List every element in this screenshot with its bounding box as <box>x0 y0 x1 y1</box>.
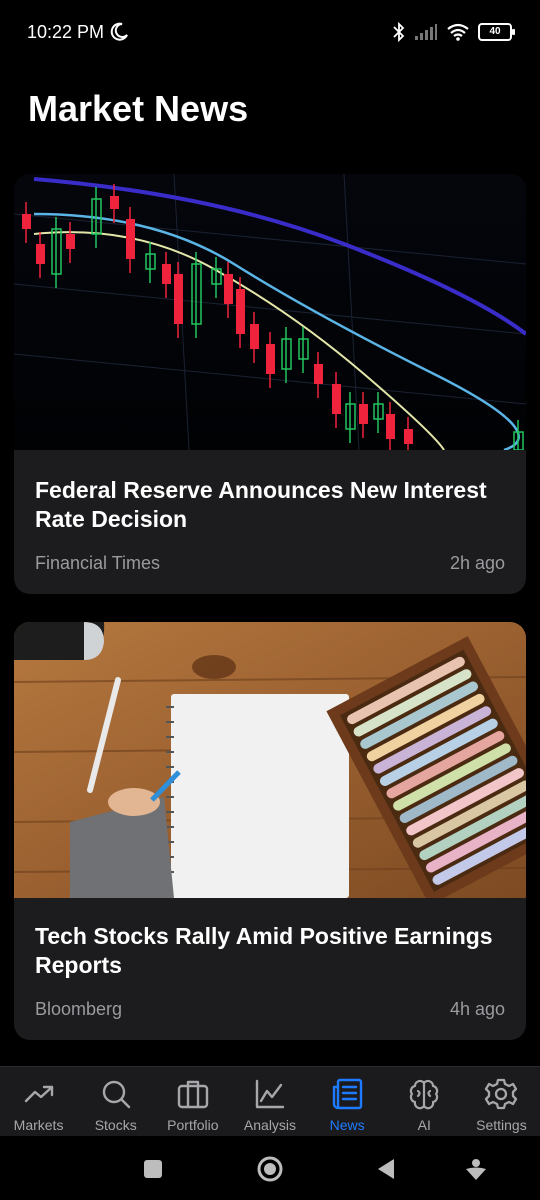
status-bar: 10:22 PM 40 <box>0 0 540 68</box>
bottom-nav: Markets Stocks Portfolio Analysis News A… <box>0 1066 540 1137</box>
assistant-icon[interactable] <box>461 1154 491 1184</box>
article-title[interactable]: Federal Reserve Announces New Interest R… <box>35 476 502 534</box>
candlestick-chart-image <box>14 174 526 450</box>
candle-body <box>266 344 275 374</box>
nav-label: Portfolio <box>167 1117 219 1133</box>
candle-body <box>250 324 259 349</box>
news-card[interactable]: Federal Reserve Announces New Interest R… <box>14 174 526 594</box>
briefcase-icon <box>177 1080 209 1109</box>
candle-body <box>332 384 341 414</box>
candle-body <box>162 264 171 284</box>
newspaper-icon <box>332 1078 363 1110</box>
candle-body <box>224 274 233 304</box>
do-not-disturb-moon-icon <box>110 22 128 41</box>
line-chart-icon <box>255 1079 285 1109</box>
page-title: Market News <box>28 88 249 129</box>
candle-body <box>66 234 75 249</box>
nav-item-news[interactable]: News <box>309 1067 386 1137</box>
home-circle-icon[interactable] <box>255 1154 285 1184</box>
candle-body <box>236 289 245 334</box>
gear-icon <box>485 1078 518 1110</box>
wifi-icon <box>447 23 469 41</box>
nav-item-analysis[interactable]: Analysis <box>231 1067 308 1137</box>
candle-body <box>314 364 323 384</box>
trending-up-icon <box>24 1085 53 1103</box>
status-time: 10:22 PM <box>27 22 105 42</box>
nav-item-stocks[interactable]: Stocks <box>77 1067 154 1137</box>
bluetooth-icon <box>393 22 405 42</box>
system-navigation-bar <box>0 1136 540 1200</box>
nav-label: Markets <box>13 1117 64 1133</box>
candle-body <box>126 219 135 259</box>
candle-body <box>359 404 368 424</box>
back-triangle-icon[interactable] <box>371 1154 401 1184</box>
search-icon <box>102 1080 130 1109</box>
nav-label: Stocks <box>94 1117 137 1133</box>
news-card[interactable]: Tech Stocks Rally Amid Positive Earnings… <box>14 622 526 1040</box>
article-time: 4h ago <box>449 999 505 1019</box>
article-source: Bloomberg <box>35 999 123 1019</box>
recent-apps-square-icon[interactable] <box>138 1154 168 1184</box>
nav-label: AI <box>417 1117 431 1133</box>
battery-indicator: 40 <box>478 23 515 41</box>
article-time: 2h ago <box>449 553 505 573</box>
candle-body <box>174 274 183 324</box>
nav-label: News <box>329 1117 365 1133</box>
candle-body <box>404 429 413 444</box>
notebook-pastels-desk-image <box>14 622 526 898</box>
nav-item-portfolio[interactable]: Portfolio <box>154 1067 231 1137</box>
nav-item-settings[interactable]: Settings <box>463 1067 540 1137</box>
candle-body <box>110 196 119 209</box>
nav-label: Analysis <box>243 1117 297 1133</box>
status-icons: 40 <box>392 22 515 42</box>
candle-body <box>386 414 395 439</box>
article-title[interactable]: Tech Stocks Rally Amid Positive Earnings… <box>35 922 502 980</box>
candle-body <box>36 244 45 264</box>
cell-signal-icon <box>415 24 437 40</box>
nav-item-ai[interactable]: AI <box>386 1067 463 1137</box>
nav-item-markets[interactable]: Markets <box>0 1067 77 1137</box>
brain-icon <box>410 1079 439 1110</box>
candle-body <box>22 214 31 229</box>
article-source: Financial Times <box>35 553 161 573</box>
nav-label: Settings <box>476 1117 527 1133</box>
